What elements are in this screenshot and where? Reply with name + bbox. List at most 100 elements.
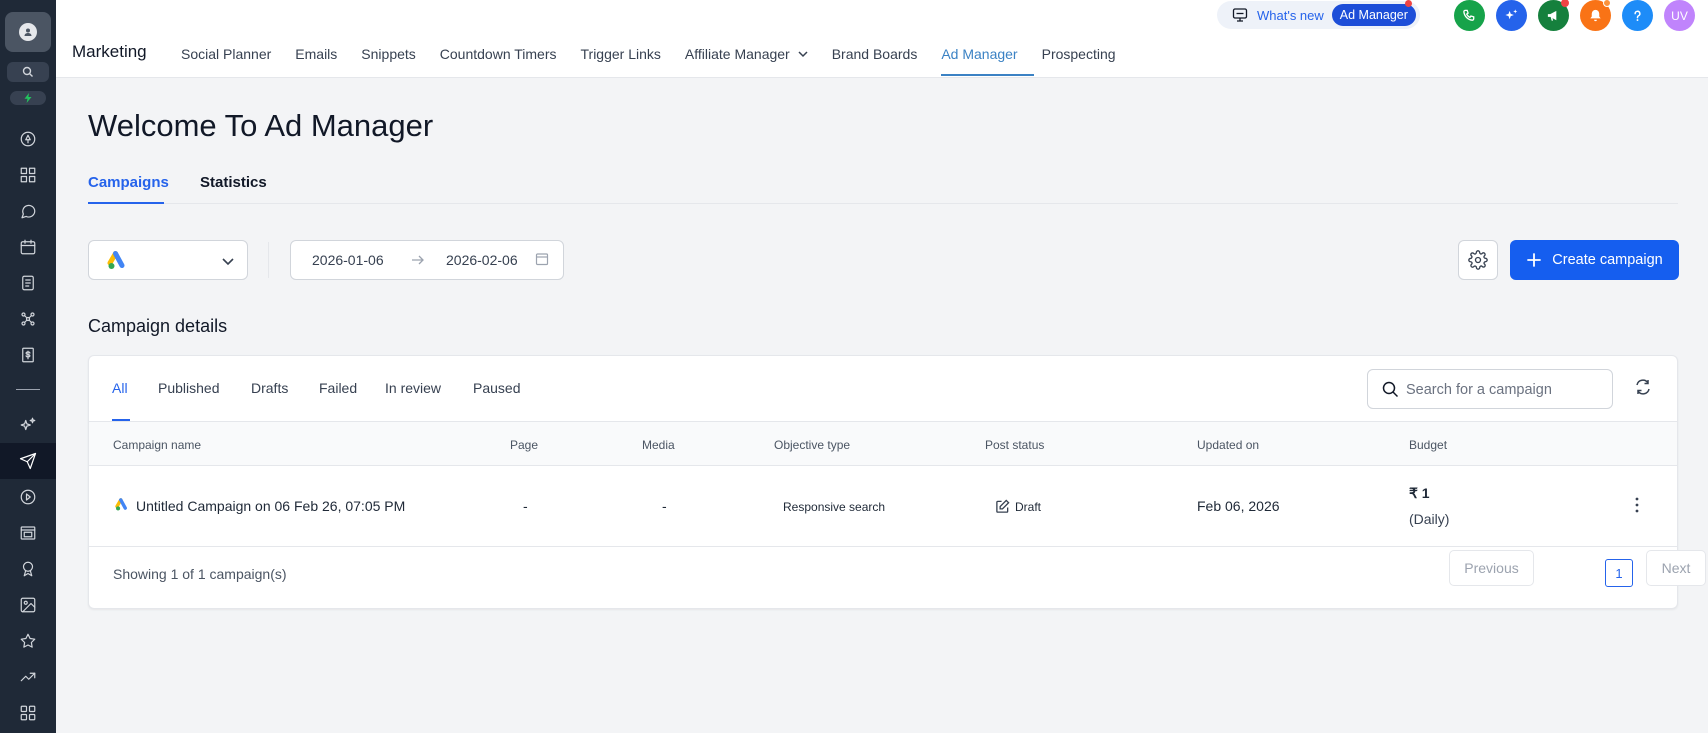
filter-paused[interactable]: Paused xyxy=(473,380,520,396)
whats-new-banner[interactable]: What's new Ad Manager xyxy=(1217,0,1420,29)
sidebar-item-ai[interactable] xyxy=(16,413,40,437)
notification-dot xyxy=(1405,0,1412,7)
nav-affiliate-manager[interactable]: Affiliate Manager xyxy=(685,45,808,63)
sidebar-item-payments[interactable] xyxy=(16,343,40,367)
media-icon xyxy=(20,597,36,613)
sidebar-item-marketing[interactable] xyxy=(16,449,40,473)
ai-sparkle-icon xyxy=(20,417,36,431)
nav-prospecting[interactable]: Prospecting xyxy=(1042,45,1116,63)
reporting-icon xyxy=(20,489,36,505)
filter-all[interactable]: All xyxy=(112,380,128,396)
sidebar-item-dashboard[interactable] xyxy=(16,163,40,187)
favorites-icon xyxy=(20,633,36,648)
account-switcher[interactable] xyxy=(5,12,51,52)
sidebar-item-calendars[interactable] xyxy=(16,235,40,259)
notification-dot xyxy=(1561,0,1569,7)
col-page: Page xyxy=(510,438,539,452)
tab-active-underline xyxy=(88,202,164,204)
sidebar-item-trending[interactable] xyxy=(16,665,40,689)
notifications-button[interactable] xyxy=(1580,0,1611,31)
notification-dot xyxy=(1603,0,1611,7)
ad-platform-select[interactable] xyxy=(88,240,248,280)
table-row[interactable]: Untitled Campaign on 06 Feb 26, 07:05 PM… xyxy=(89,466,1677,547)
sites-icon xyxy=(20,526,36,540)
status-badge: Draft xyxy=(1015,500,1042,514)
nav-countdown-timers[interactable]: Countdown Timers xyxy=(440,45,557,63)
refresh-icon[interactable] xyxy=(1634,378,1652,396)
pagination-page-1[interactable]: 1 xyxy=(1605,559,1633,587)
pagination-next[interactable]: Next xyxy=(1646,550,1706,586)
ai-assistant-button[interactable] xyxy=(1496,0,1527,31)
edit-icon xyxy=(996,499,1010,513)
campaign-name-link[interactable]: Untitled Campaign on 06 Feb 26, 07:05 PM xyxy=(136,498,405,514)
top-header: Marketing Social Planner Emails Snippets… xyxy=(56,0,1708,78)
date-range-picker[interactable]: 2026-01-06 2026-02-06 xyxy=(290,240,564,280)
create-campaign-label: Create campaign xyxy=(1552,252,1663,268)
sidebar-item-favorites[interactable] xyxy=(16,629,40,653)
col-campaign-name[interactable]: Campaign name xyxy=(113,438,201,452)
campaign-search-input[interactable] xyxy=(1406,380,1601,400)
settings-button[interactable] xyxy=(1458,240,1498,280)
bell-icon xyxy=(1590,9,1601,22)
apps-icon xyxy=(20,705,36,721)
col-post-status: Post status xyxy=(985,438,1045,452)
phone-button[interactable] xyxy=(1454,0,1485,31)
create-campaign-button[interactable]: Create campaign xyxy=(1510,240,1679,280)
cell-budget-period: (Daily) xyxy=(1409,511,1450,527)
sidebar-item-automation[interactable] xyxy=(16,307,40,331)
conversations-icon xyxy=(21,204,36,219)
announcements-button[interactable] xyxy=(1538,0,1569,31)
section-heading: Campaign details xyxy=(88,316,228,336)
help-button[interactable] xyxy=(1622,0,1653,31)
cell-media: - xyxy=(662,498,667,514)
user-avatar[interactable]: UV xyxy=(1664,0,1695,31)
chevron-down-icon xyxy=(798,51,808,58)
sidebar-item-reporting[interactable] xyxy=(16,485,40,509)
more-options-icon[interactable] xyxy=(1635,497,1639,513)
nav-emails[interactable]: Emails xyxy=(295,45,337,63)
phone-icon xyxy=(1463,9,1475,21)
whats-new-pill: Ad Manager xyxy=(1331,4,1416,26)
filter-drafts[interactable]: Drafts xyxy=(251,380,288,396)
cell-objective: Responsive search xyxy=(783,500,886,514)
sidebar-item-launchpad[interactable] xyxy=(16,127,40,151)
results-count: Showing 1 of 1 campaign(s) xyxy=(113,566,287,582)
sidebar-item-conversations[interactable] xyxy=(16,199,40,223)
nav-ad-manager[interactable]: Ad Manager xyxy=(941,45,1017,63)
campaigns-card: All Published Drafts Failed In review Pa… xyxy=(88,355,1706,609)
main-content: Welcome To Ad Manager Campaigns Statisti… xyxy=(56,78,1708,733)
sidebar-divider xyxy=(16,389,40,390)
filter-published[interactable]: Published xyxy=(158,380,220,396)
pagination-previous[interactable]: Previous xyxy=(1449,550,1534,586)
nav-social-planner[interactable]: Social Planner xyxy=(181,45,271,63)
user-initials: UV xyxy=(1671,8,1688,23)
sidebar-item-media[interactable] xyxy=(16,593,40,617)
quick-actions-button[interactable] xyxy=(10,91,46,105)
tab-statistics[interactable]: Statistics xyxy=(200,174,267,191)
tab-campaigns[interactable]: Campaigns xyxy=(88,174,169,191)
page-tabs: Campaigns Statistics xyxy=(88,174,1678,204)
gear-icon xyxy=(1468,250,1488,270)
filter-active-underline xyxy=(112,419,130,421)
sidebar-item-contacts[interactable] xyxy=(16,271,40,295)
marketing-send-icon xyxy=(19,452,37,470)
sidebar-search-button[interactable] xyxy=(7,62,49,82)
status-filters: All Published Drafts Failed In review Pa… xyxy=(89,356,1677,422)
nav-brand-boards[interactable]: Brand Boards xyxy=(832,45,918,63)
sidebar-item-sites[interactable] xyxy=(16,521,40,545)
user-icon xyxy=(19,23,37,41)
filter-failed[interactable]: Failed xyxy=(319,380,357,396)
megaphone-icon xyxy=(1547,10,1557,21)
nav-snippets[interactable]: Snippets xyxy=(361,45,415,63)
sidebar-item-reputation[interactable] xyxy=(16,557,40,581)
sparkle-icon xyxy=(1505,9,1518,20)
sidebar-item-apps[interactable] xyxy=(16,701,40,725)
nav-trigger-links[interactable]: Trigger Links xyxy=(581,45,661,63)
payments-icon xyxy=(22,347,34,363)
nav-active-underline xyxy=(941,74,1034,76)
col-updated-on[interactable]: Updated on xyxy=(1197,438,1259,452)
filter-in-review[interactable]: In review xyxy=(385,380,441,396)
date-start: 2026-01-06 xyxy=(312,252,384,268)
section-title: Marketing xyxy=(72,42,147,61)
table-header: Campaign name Page Media Objective type … xyxy=(89,422,1677,466)
